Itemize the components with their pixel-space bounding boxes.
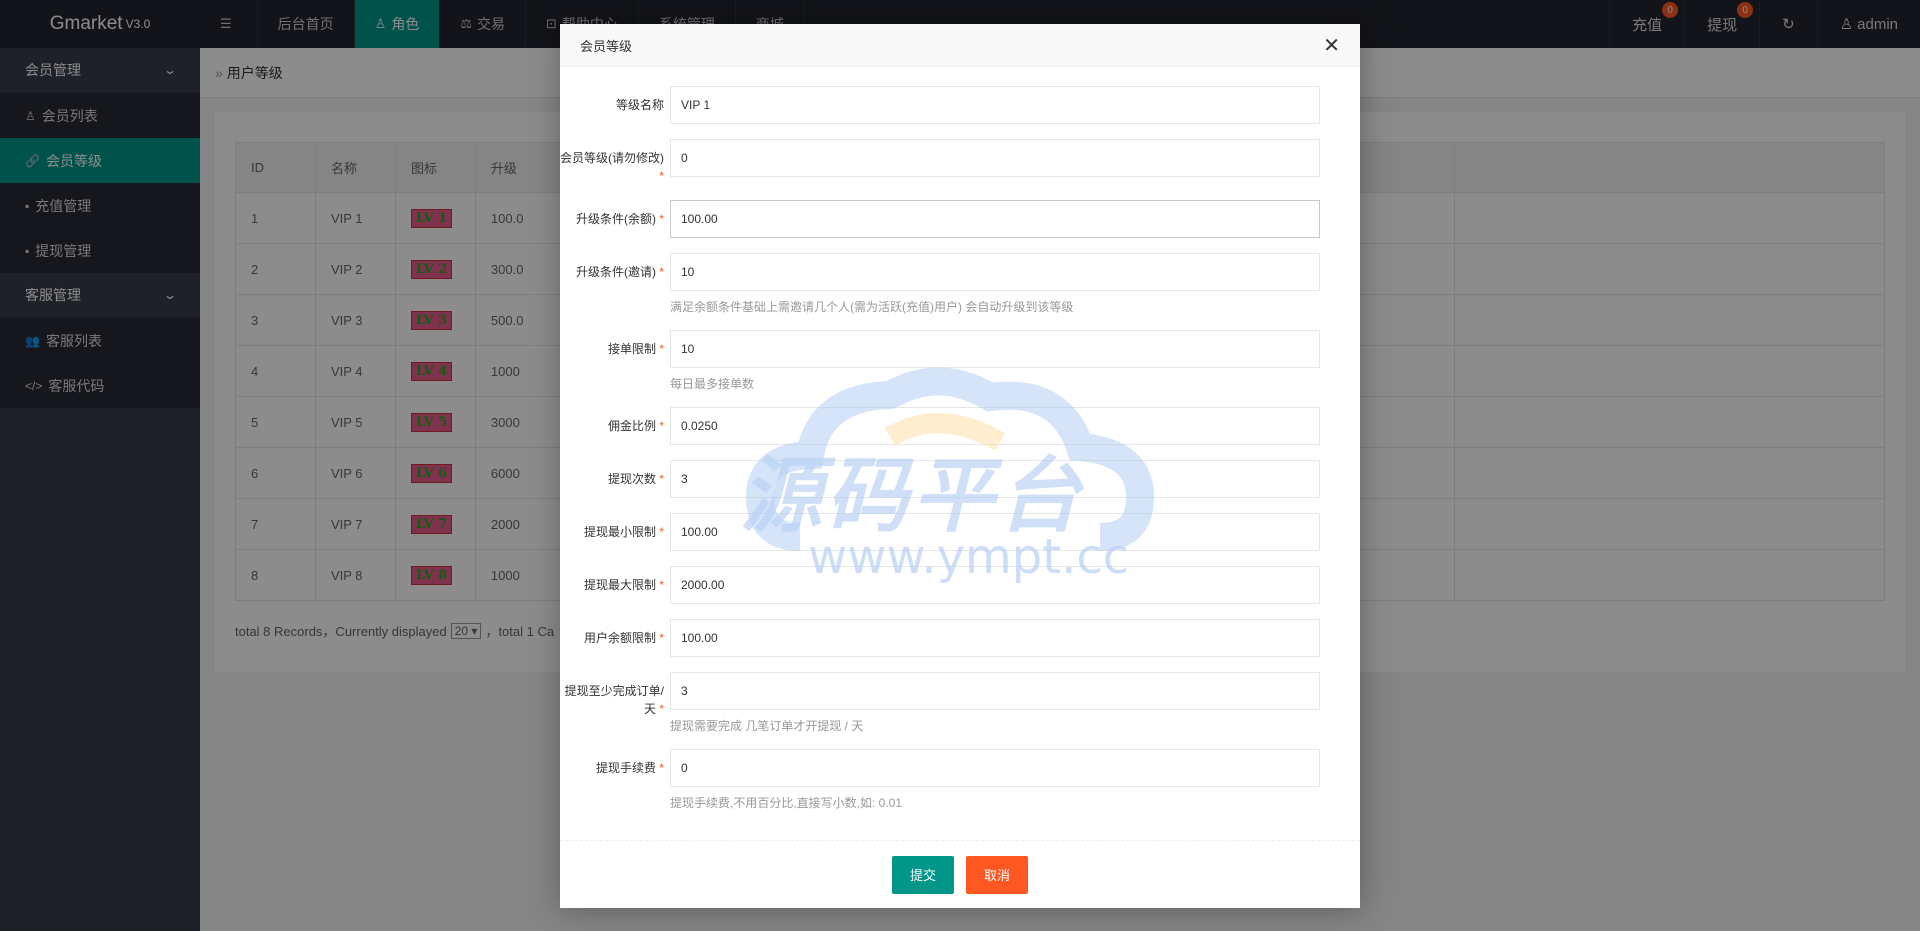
field-control: 3 提现需要完成 几笔订单才开提现 / 天 (670, 672, 1320, 734)
required-asterisk: * (655, 525, 664, 539)
level-edit-dialog: 会员等级 ✕ 等级名称 VIP 1 会员等级(请勿修改) * 0 升级条件(余额) * 1… (560, 24, 1360, 908)
required-asterisk: * (655, 472, 664, 486)
dialog-body: 等级名称 VIP 1 会员等级(请勿修改) * 0 升级条件(余额) * 100.00 升级… (560, 67, 1360, 840)
field-label: 等级名称 (560, 86, 670, 124)
dialog-title: 会员等级 (580, 38, 633, 54)
form-row: 佣金比例 * 0.0250 (560, 407, 1360, 445)
field-control: 10 满足余额条件基础上需邀请几个人(需为活跃(充值)用户) 会自动升级到该等级 (670, 253, 1320, 315)
form-row: 提现至少完成订单/天 * 3 提现需要完成 几笔订单才开提现 / 天 (560, 672, 1360, 734)
required-asterisk: * (655, 342, 664, 356)
dialog-footer: 提交 取消 (560, 840, 1360, 908)
text-input[interactable]: 100.00 (670, 619, 1320, 657)
field-label: 会员等级(请勿修改) * (560, 139, 670, 185)
field-hint: 提现手续费,不用百分比,直接写小数,如: 0.01 (670, 796, 903, 810)
required-asterisk: * (655, 212, 664, 226)
dialog-header: 会员等级 ✕ (560, 24, 1360, 67)
field-label-text: 提现最小限制 (583, 525, 656, 539)
field-control: 0.0250 (670, 407, 1320, 445)
field-label: 接单限制 * (560, 330, 670, 392)
field-label-text: 提现最大限制 (583, 578, 656, 592)
close-icon[interactable]: ✕ (1323, 33, 1340, 58)
field-label-text: 佣金比例 (607, 419, 656, 433)
field-label: 用户余额限制 * (560, 619, 670, 657)
field-control: 100.00 (670, 200, 1320, 238)
field-control: 0 (670, 139, 1320, 185)
field-label: 提现最大限制 * (560, 566, 670, 604)
field-control: 100.00 (670, 513, 1320, 551)
form-row: 升级条件(邀请) * 10 满足余额条件基础上需邀请几个人(需为活跃(充值)用户) … (560, 253, 1360, 315)
field-label-text: 升级条件(邀请) (575, 265, 656, 279)
field-hint: 每日最多接单数 (670, 377, 755, 391)
field-label-text: 升级条件(余额) (575, 212, 656, 226)
field-label-text: 提现至少完成订单/天 (564, 684, 664, 716)
field-control: 10 每日最多接单数 (670, 330, 1320, 392)
field-control: VIP 1 (670, 86, 1320, 124)
field-control: 0 提现手续费,不用百分比,直接写小数,如: 0.01 (670, 749, 1320, 811)
field-label-text: 接单限制 (607, 342, 656, 356)
field-label: 升级条件(邀请) * (560, 253, 670, 315)
text-input[interactable]: 3 (670, 672, 1320, 710)
field-label: 提现最小限制 * (560, 513, 670, 551)
text-input[interactable]: 0 (670, 749, 1320, 787)
form-row: 会员等级(请勿修改) * 0 (560, 139, 1360, 185)
field-hint: 提现需要完成 几笔订单才开提现 / 天 (670, 719, 864, 733)
field-hint: 满足余额条件基础上需邀请几个人(需为活跃(充值)用户) 会自动升级到该等级 (670, 300, 1074, 314)
form-row: 等级名称 VIP 1 (560, 86, 1360, 124)
field-control: 100.00 (670, 619, 1320, 657)
field-label-text: 会员等级(请勿修改) (560, 151, 664, 165)
text-input[interactable]: VIP 1 (670, 86, 1320, 124)
field-label-text: 提现手续费 (595, 761, 656, 775)
text-input[interactable]: 100.00 (670, 513, 1320, 551)
text-input[interactable]: 2000.00 (670, 566, 1320, 604)
text-input[interactable]: 0 (670, 139, 1320, 177)
field-label: 佣金比例 * (560, 407, 670, 445)
form-row: 提现最小限制 * 100.00 (560, 513, 1360, 551)
form-row: 升级条件(余额) * 100.00 (560, 200, 1360, 238)
form-row: 提现手续费 * 0 提现手续费,不用百分比,直接写小数,如: 0.01 (560, 749, 1360, 811)
field-label: 升级条件(余额) * (560, 200, 670, 238)
cancel-button[interactable]: 取消 (966, 855, 1029, 894)
text-input[interactable]: 3 (670, 460, 1320, 498)
field-label-text: 提现次数 (607, 472, 656, 486)
required-asterisk: * (655, 419, 664, 433)
field-control: 2000.00 (670, 566, 1320, 604)
field-label-text: 等级名称 (615, 98, 664, 112)
text-input[interactable]: 10 (670, 330, 1320, 368)
required-asterisk: * (655, 702, 664, 716)
field-label: 提现次数 * (560, 460, 670, 498)
field-label: 提现至少完成订单/天 * (560, 672, 670, 734)
required-asterisk: * (655, 761, 664, 775)
required-asterisk: * (655, 578, 664, 592)
required-asterisk: * (655, 265, 664, 279)
field-label-text: 用户余额限制 (583, 631, 656, 645)
required-asterisk: * (659, 169, 664, 183)
form-row: 接单限制 * 10 每日最多接单数 (560, 330, 1360, 392)
field-label: 提现手续费 * (560, 749, 670, 811)
required-asterisk: * (655, 631, 664, 645)
field-control: 3 (670, 460, 1320, 498)
text-input[interactable]: 0.0250 (670, 407, 1320, 445)
form-row: 提现最大限制 * 2000.00 (560, 566, 1360, 604)
form-row: 提现次数 * 3 (560, 460, 1360, 498)
submit-button[interactable]: 提交 (891, 855, 954, 894)
text-input[interactable]: 10 (670, 253, 1320, 291)
level-form: 等级名称 VIP 1 会员等级(请勿修改) * 0 升级条件(余额) * 100.00 升级… (560, 86, 1360, 811)
form-row: 用户余额限制 * 100.00 (560, 619, 1360, 657)
text-input[interactable]: 100.00 (670, 200, 1320, 238)
